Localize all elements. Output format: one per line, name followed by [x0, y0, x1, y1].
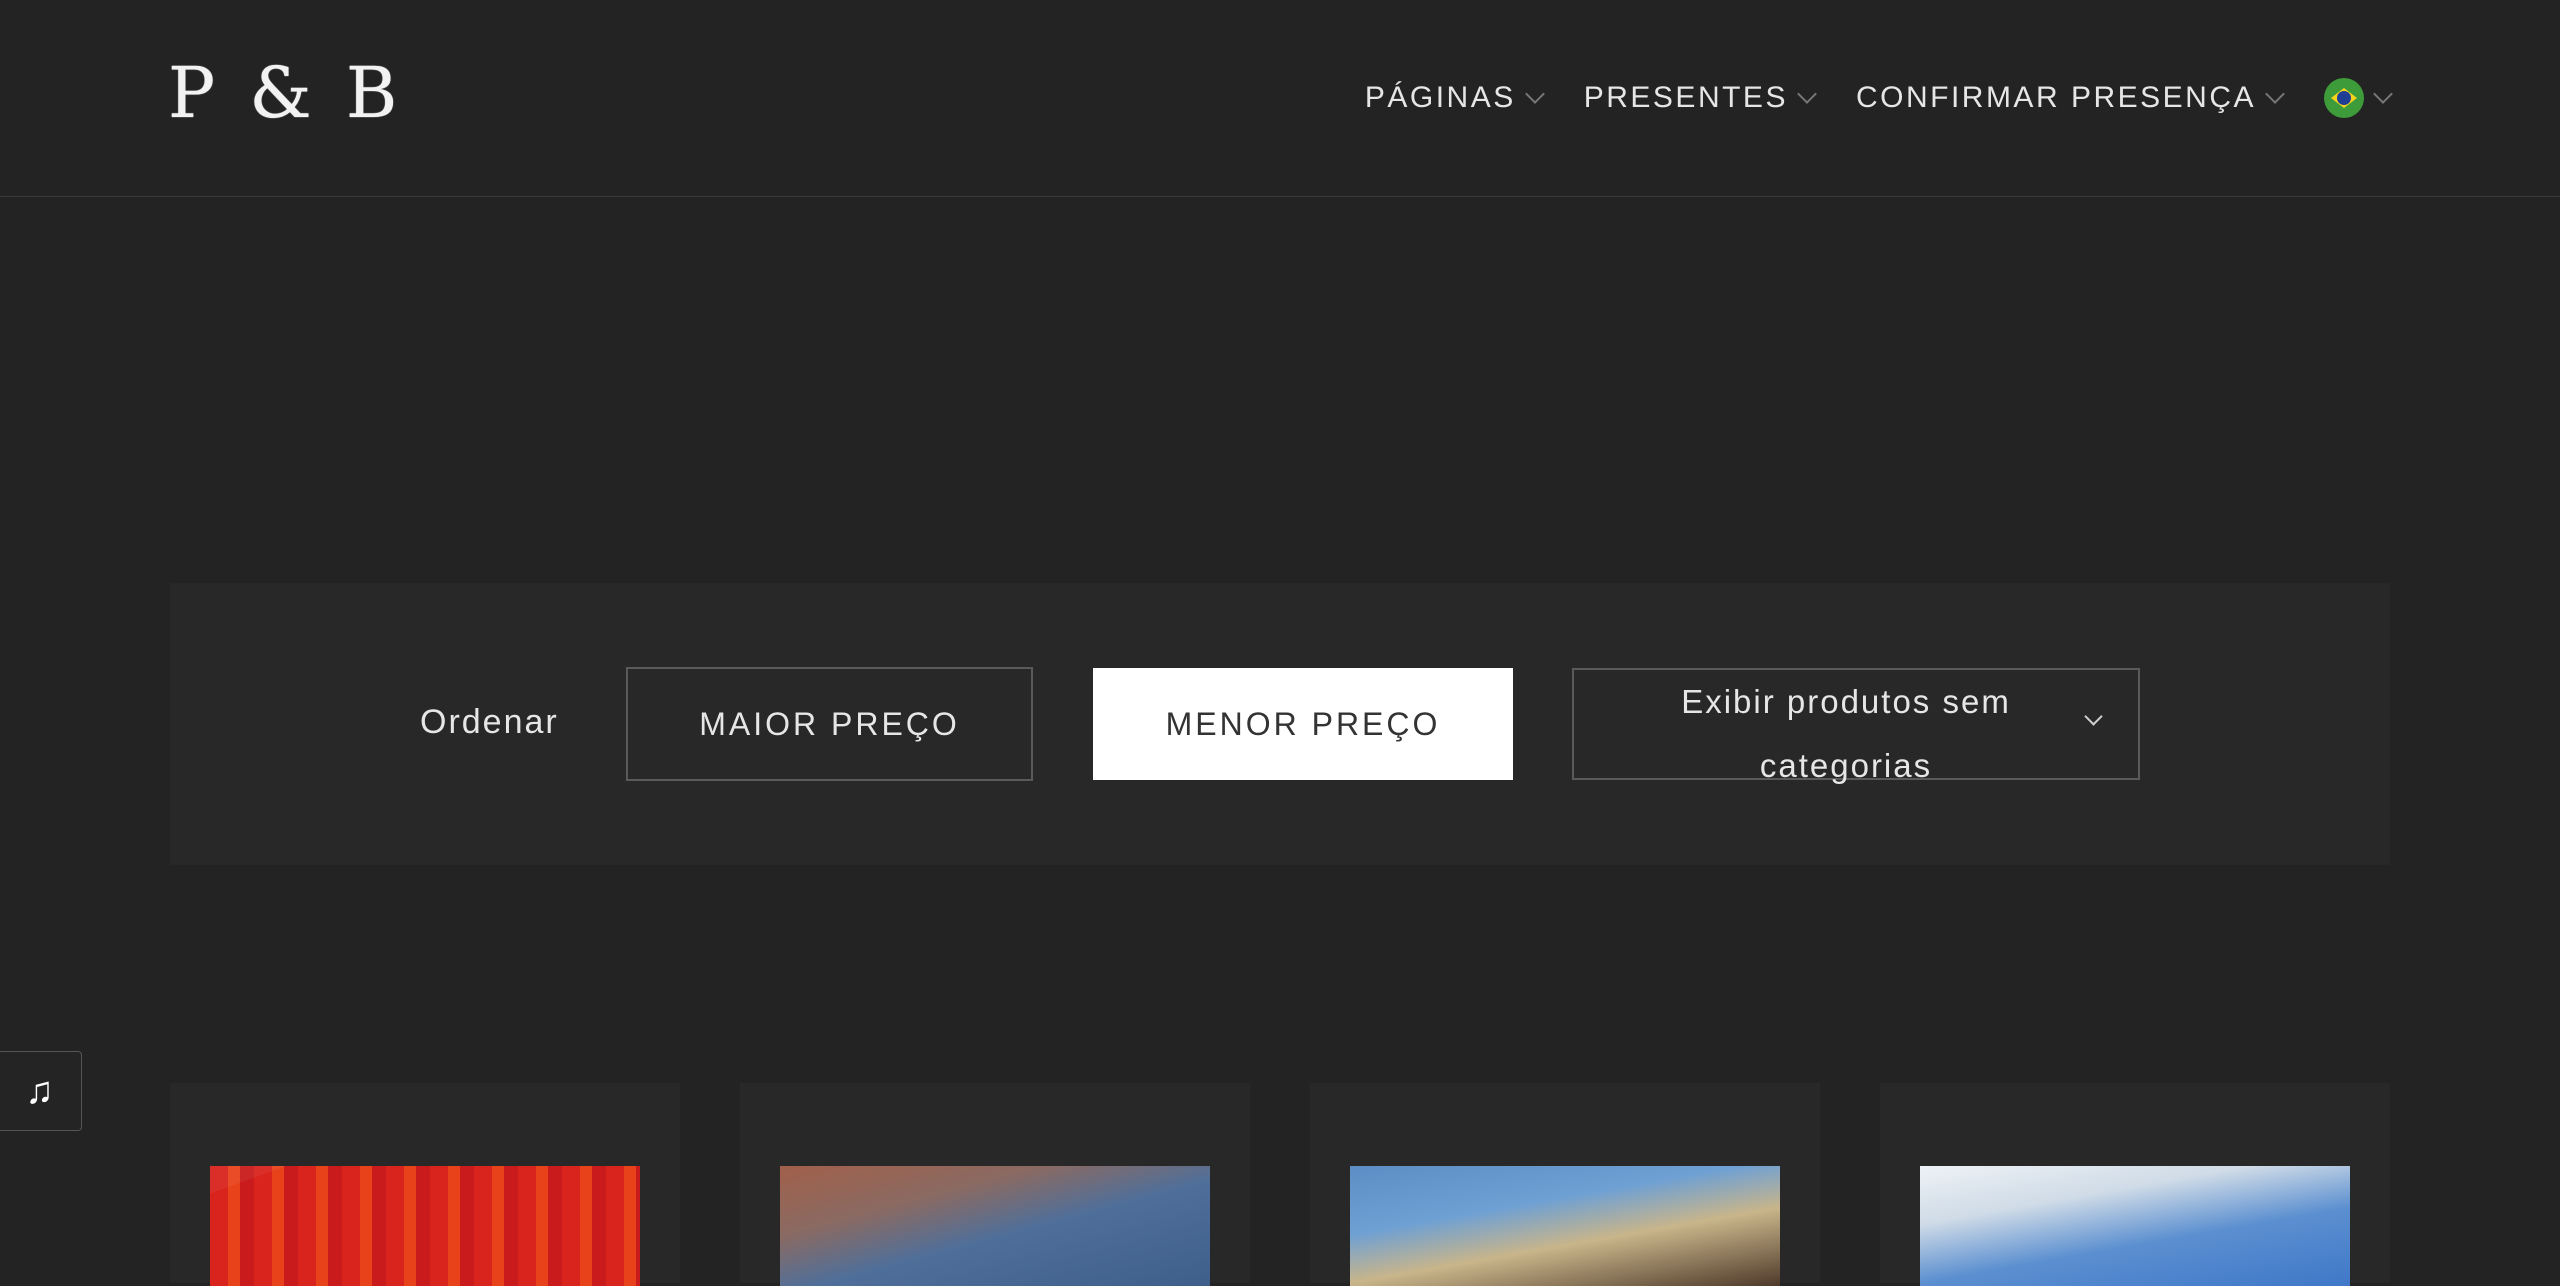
product-image[interactable] — [210, 1166, 640, 1286]
music-toggle-button[interactable]: ♫ — [0, 1051, 82, 1131]
category-select[interactable]: Exibir produtos sem categorias — [1572, 668, 2140, 784]
chevron-down-icon — [1797, 84, 1817, 104]
site-header: P & B PÁGINAS PRESENTES CONFIRMAR PRESEN… — [0, 0, 2560, 197]
sort-panel: Ordenar MAIOR PREÇO MENOR PREÇO Exibir p… — [170, 583, 2390, 865]
nav-item-label: CONFIRMAR PRESENÇA — [1855, 81, 2256, 114]
nav-item-label: PRESENTES — [1583, 81, 1788, 114]
language-selector[interactable] — [2324, 78, 2393, 118]
main-nav: PÁGINAS PRESENTES CONFIRMAR PRESENÇA — [1364, 74, 2393, 122]
chevron-down-icon — [2084, 707, 2103, 726]
sort-label: Ordenar — [420, 703, 559, 741]
nav-item-label: PÁGINAS — [1364, 81, 1516, 114]
nav-item-presentes[interactable]: PRESENTES — [1583, 81, 1817, 115]
brazil-flag-icon — [2324, 78, 2364, 118]
product-image[interactable] — [780, 1166, 1210, 1286]
chevron-down-icon — [2373, 84, 2393, 104]
category-select-value: Exibir produtos sem categorias — [1681, 683, 2011, 784]
chevron-down-icon — [1524, 84, 1545, 104]
product-image[interactable] — [1350, 1166, 1780, 1286]
chevron-down-icon — [2265, 84, 2285, 104]
nav-item-confirmar-presenca[interactable]: CONFIRMAR PRESENÇA — [1855, 81, 2285, 115]
product-card[interactable] — [1310, 1083, 1820, 1286]
sort-lowest-price-button[interactable]: MENOR PREÇO — [1093, 668, 1513, 780]
product-grid — [170, 1083, 2390, 1286]
product-image[interactable] — [1920, 1166, 2350, 1286]
sort-highest-price-button[interactable]: MAIOR PREÇO — [626, 667, 1033, 781]
product-card[interactable] — [1880, 1083, 2390, 1286]
product-card[interactable] — [740, 1083, 1250, 1286]
nav-item-paginas[interactable]: PÁGINAS — [1364, 81, 1545, 115]
site-logo[interactable]: P & B — [168, 58, 403, 128]
music-note-icon: ♫ — [25, 1069, 54, 1112]
product-card[interactable] — [170, 1083, 680, 1286]
